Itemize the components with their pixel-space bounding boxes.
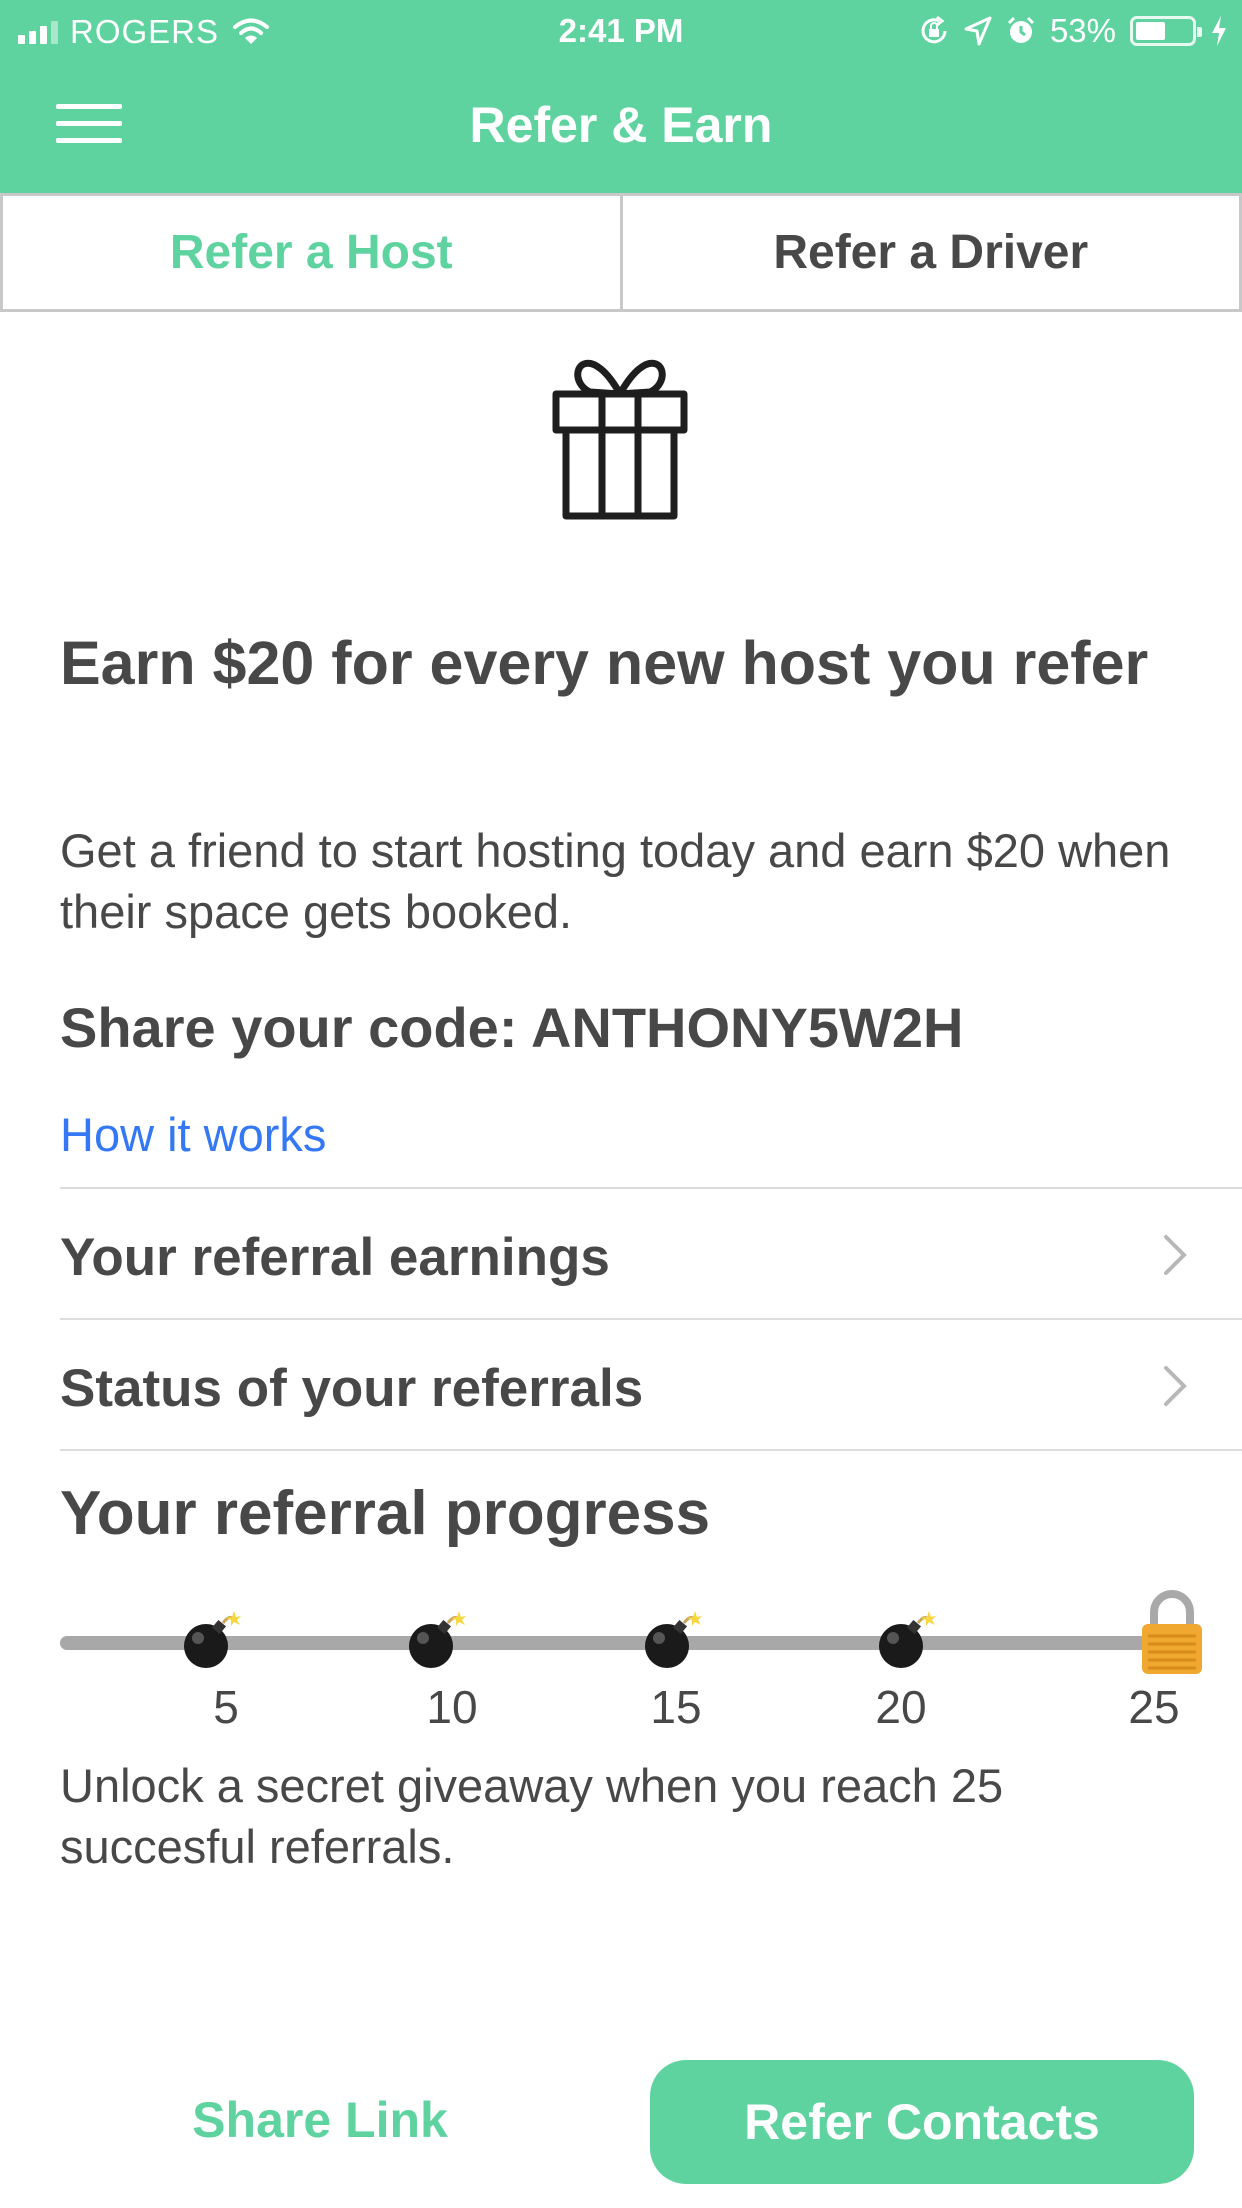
status-right: 53% — [918, 12, 1228, 50]
description: Get a friend to start hosting today and … — [60, 824, 1171, 938]
status-bar: ROGERS 2:41 PM 53% — [0, 0, 1242, 64]
milestone-label: 5 — [213, 1681, 239, 1733]
bomb-icon — [645, 1611, 702, 1668]
how-it-works-link[interactable]: How it works — [60, 1107, 326, 1162]
tab-bar: Refer a Host Refer a Driver — [0, 193, 1242, 312]
chevron-right-icon — [1164, 1235, 1187, 1275]
location-arrow-icon — [964, 16, 992, 46]
bomb-icon — [409, 1611, 466, 1668]
tab-refer-host[interactable]: Refer a Host — [0, 193, 623, 312]
tab-refer-driver[interactable]: Refer a Driver — [622, 193, 1242, 312]
referral-earnings-row[interactable]: Your referral earnings — [60, 1187, 1242, 1318]
milestone-label: 15 — [650, 1681, 702, 1733]
referral-code: Share your code: ANTHONY5W2H — [60, 996, 964, 1059]
row-label: Your referral earnings — [60, 1228, 610, 1287]
bomb-icon — [184, 1611, 241, 1668]
page-title: Refer & Earn — [469, 97, 773, 153]
chevron-right-icon — [1164, 1366, 1187, 1406]
battery-percent: 53% — [1049, 12, 1116, 49]
giveaway-note: Unlock a secret giveaway when you reach … — [60, 1759, 1004, 1873]
refer-contacts-button[interactable]: Refer Contacts — [650, 2060, 1194, 2184]
lock-icon — [1142, 1590, 1202, 1674]
bomb-icon — [879, 1611, 936, 1668]
app-header: ROGERS 2:41 PM 53% Refer & Earn — [0, 0, 1242, 193]
milestone-label: 10 — [426, 1681, 478, 1733]
progress-title: Your referral progress — [60, 1479, 711, 1548]
divider — [60, 1449, 1242, 1451]
battery-icon — [1130, 16, 1202, 46]
row-label: Status of your referrals — [60, 1359, 644, 1418]
charging-bolt-icon — [1212, 16, 1226, 46]
share-link-button[interactable]: Share Link — [160, 2080, 480, 2160]
milestone-label: 20 — [875, 1681, 927, 1733]
gift-icon — [552, 359, 688, 520]
alarm-icon — [1007, 16, 1034, 43]
orientation-lock-icon — [921, 15, 947, 44]
headline: Earn $20 for every new host you refer — [60, 629, 1149, 697]
referral-status-row[interactable]: Status of your referrals — [60, 1318, 1242, 1449]
milestone-label: 25 — [1128, 1681, 1180, 1733]
